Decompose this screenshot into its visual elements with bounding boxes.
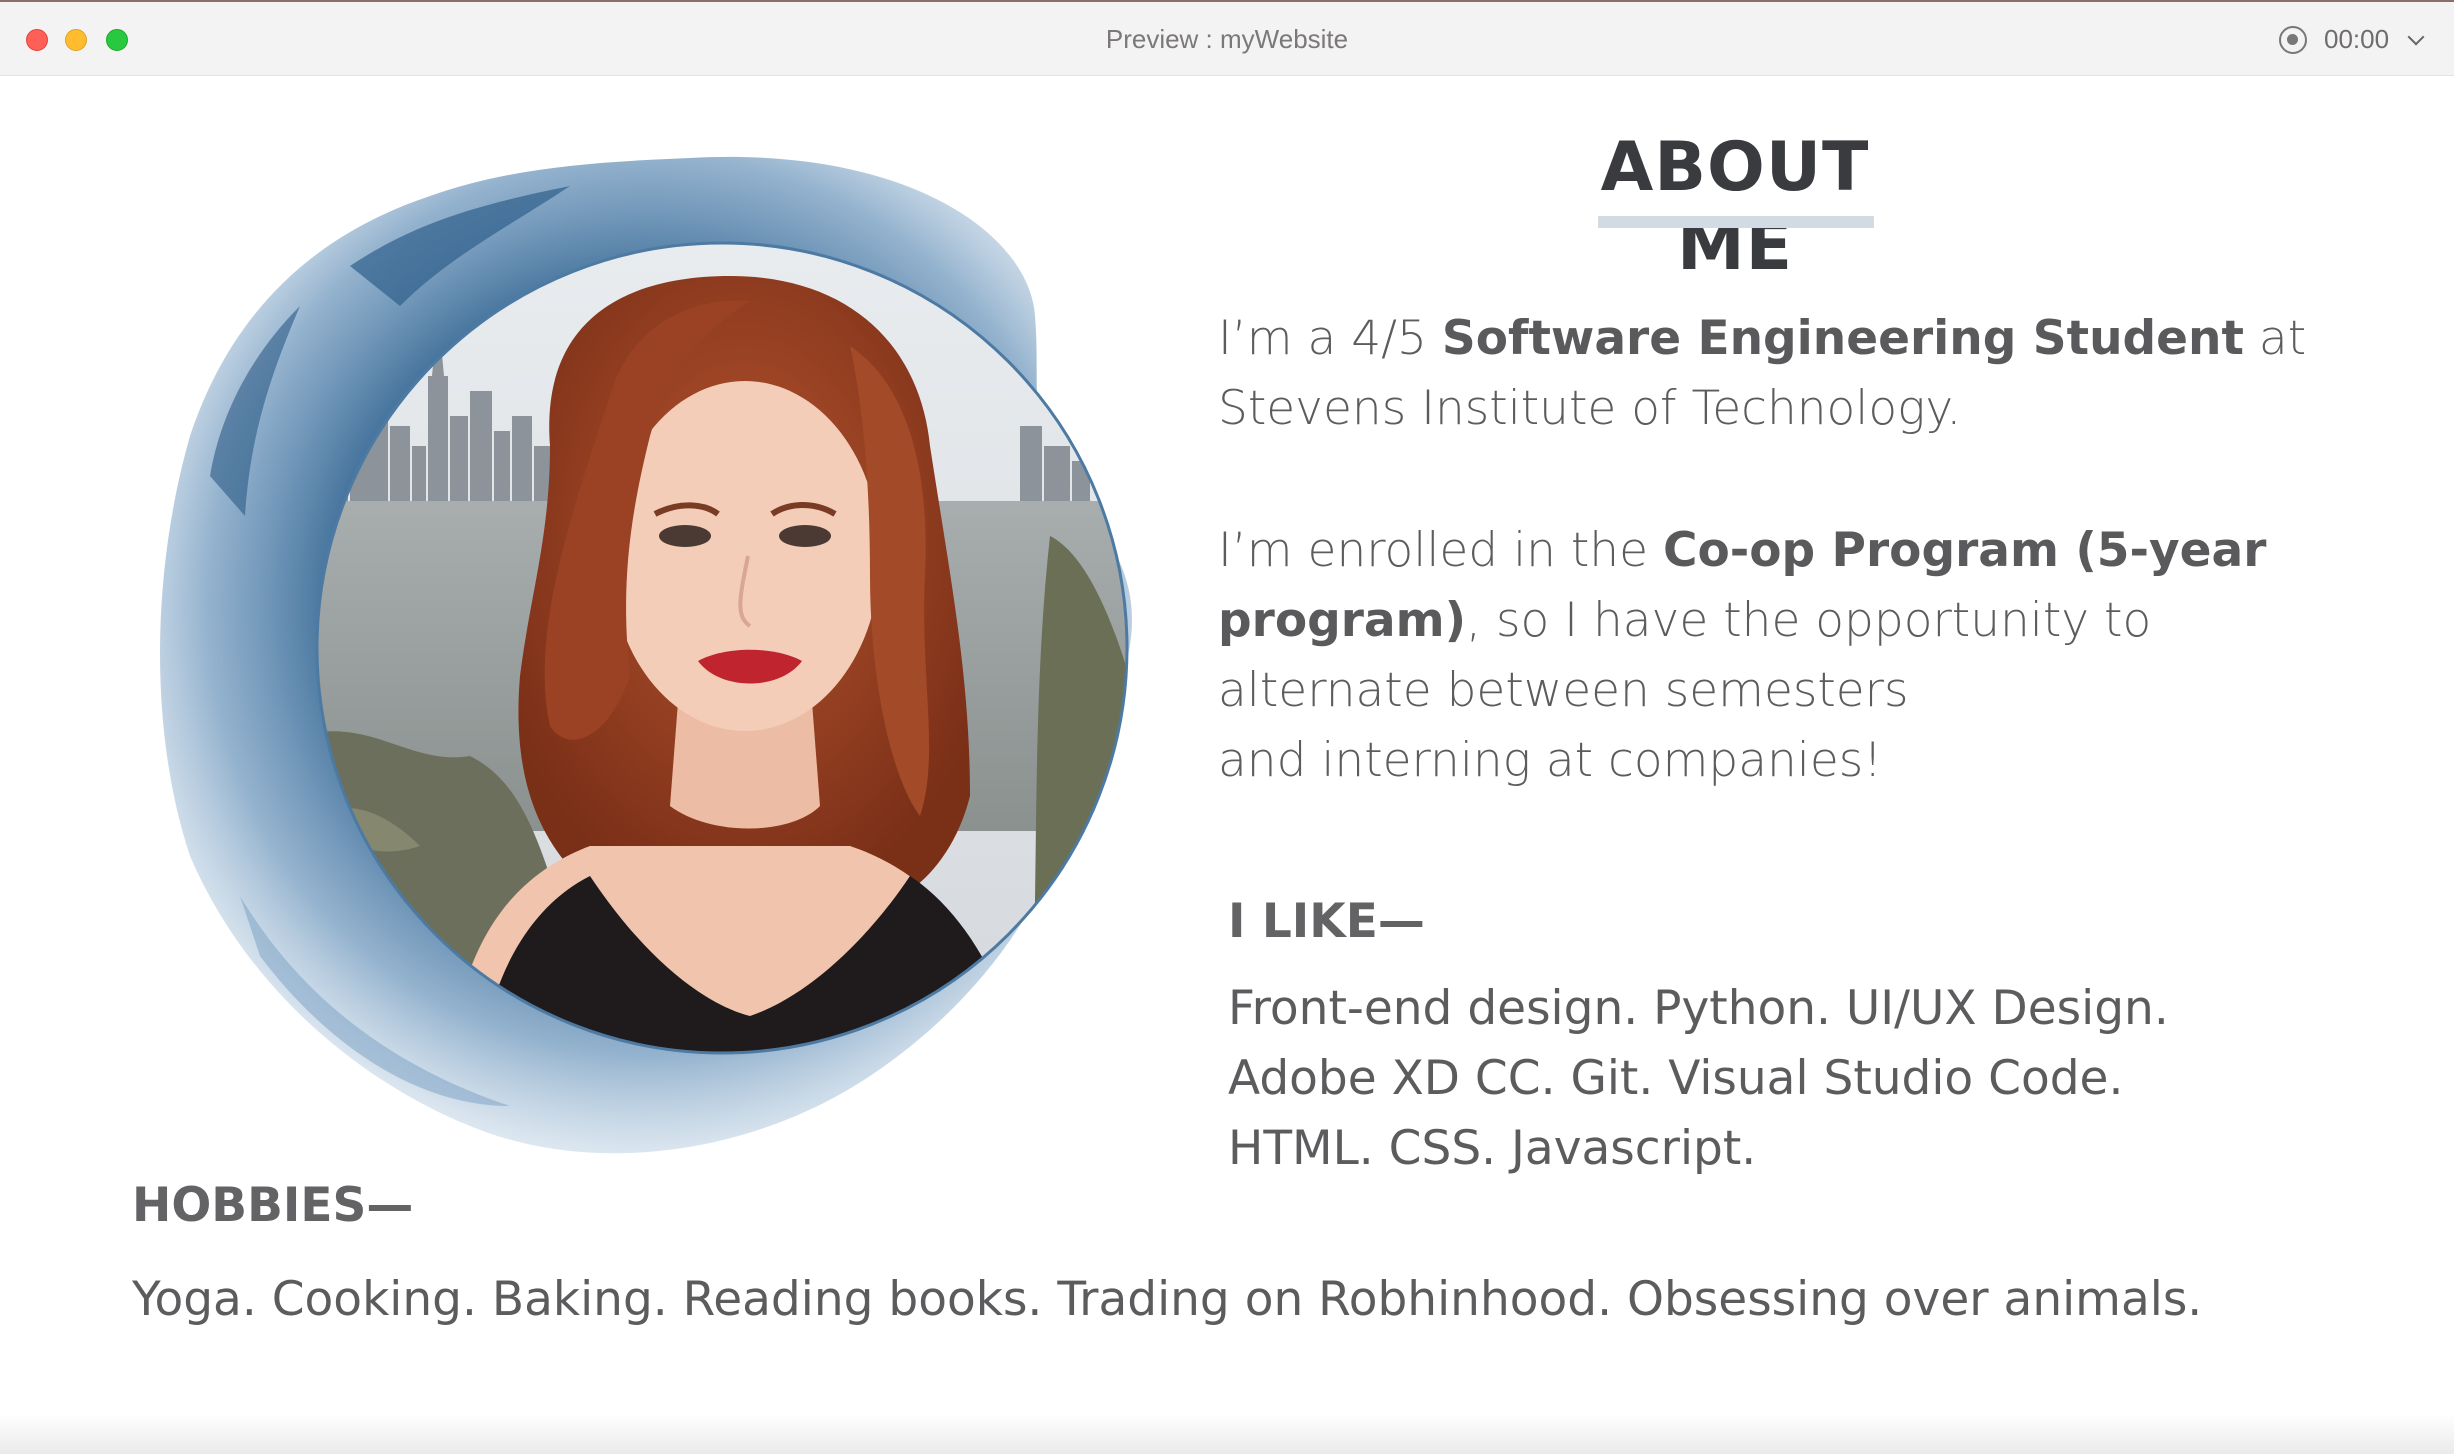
window-title: Preview : myWebsite xyxy=(1105,24,1349,54)
profile-photo-with-watercolor-ring xyxy=(160,156,1132,1154)
intro-paragraph: I’m a 4/5 Software Engineering Student a… xyxy=(1218,304,2338,444)
about-me-heading: ABOUT ME xyxy=(1600,128,1870,286)
intro-text-pre: I’m a 4/5 xyxy=(1218,311,1442,366)
bottom-shadow xyxy=(0,1414,2454,1454)
coop-text-pre: I’m enrolled in the xyxy=(1218,523,1663,578)
preview-window: Preview : myWebsite 00:00 ABOUT ME I’m a… xyxy=(0,0,2454,1454)
recording-timer: 00:00 xyxy=(2324,24,2390,54)
likes-list: Front-end design. Python. UI/UX Design. … xyxy=(1228,974,2348,1184)
likes-line: Adobe XD CC. Git. Visual Studio Code. xyxy=(1228,1051,2124,1106)
likes-line: HTML. CSS. Javascript. xyxy=(1228,1121,1757,1176)
likes-line: Front-end design. Python. UI/UX Design. xyxy=(1228,981,2169,1036)
page-content: ABOUT ME I’m a 4/5 Software Engineering … xyxy=(0,76,2454,1454)
likes-title: I LIKE— xyxy=(1228,894,1425,949)
heading-underline xyxy=(1598,216,1874,228)
record-icon[interactable] xyxy=(2279,26,2307,54)
coop-paragraph: I’m enrolled in the Co-op Program (5-yea… xyxy=(1218,516,2338,796)
hobbies-title: HOBBIES— xyxy=(132,1178,414,1233)
title-bar: Preview : myWebsite 00:00 xyxy=(0,0,2454,76)
hobbies-text: Yoga. Cooking. Baking. Reading books. Tr… xyxy=(132,1272,2203,1327)
intro-text-bold: Software Engineering Student xyxy=(1441,311,2244,366)
coop-text-last-line: and interning at companies! xyxy=(1218,733,1883,788)
